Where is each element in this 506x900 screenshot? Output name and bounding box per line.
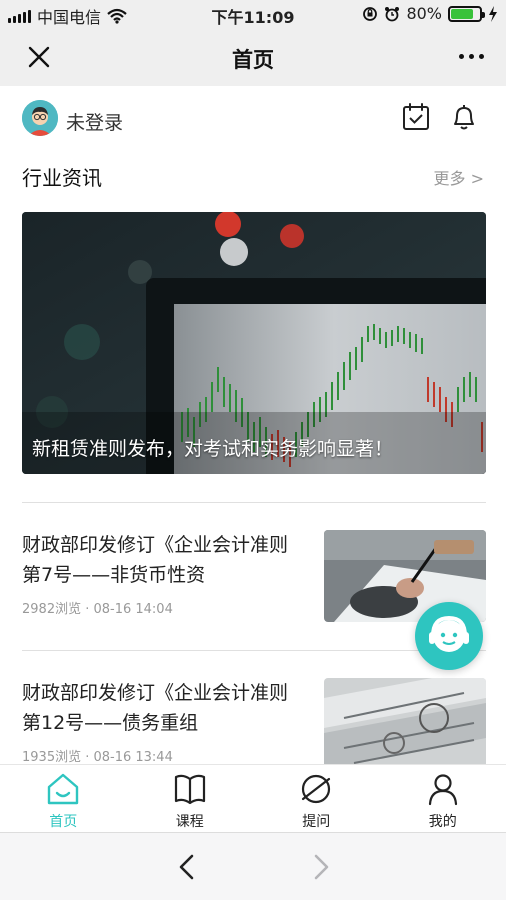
news-title: 财政部印发修订《企业会计准则第7号——非货币性资 [22,534,289,586]
page-title: 首页 [232,48,274,72]
tab-mine[interactable]: 我的 [380,765,506,832]
book-icon [174,774,205,805]
back-chevron-icon[interactable] [176,853,198,881]
news-meta: 1935浏览 · 08-16 13:44 [22,750,173,765]
nav-bar: 首页 [0,28,506,86]
username-label[interactable]: 未登录 [66,108,123,135]
more-link[interactable]: 更多 > [434,165,485,189]
calendar-check-icon[interactable] [402,102,430,132]
more-icon[interactable] [459,54,484,59]
banknotes-image [324,678,486,770]
battery-icon [448,5,485,22]
user-row: 未登录 [22,100,484,140]
user-icon [428,774,457,806]
news-title: 财政部印发修订《企业会计准则第12号——债务重组 [22,682,289,734]
forward-chevron-icon[interactable] [310,853,332,881]
tab-label: 首页 [49,814,78,830]
tab-label: 我的 [428,814,457,830]
customer-service-button[interactable] [415,602,483,670]
planet-icon [302,774,331,804]
status-right: 80% [362,4,498,23]
bell-icon[interactable] [450,102,478,132]
home-icon [48,773,79,805]
charging-icon [489,5,497,22]
alarm-icon [385,6,400,21]
hero-caption: 新租赁准则发布，对考试和实务影响显著！ [32,438,394,460]
rotation-lock-icon [363,6,378,21]
status-bar: 中国电信 下午11:09 80% [0,0,506,28]
browser-toolbar [0,832,506,900]
headset-icon [429,615,469,652]
news-meta: 2982浏览 · 08-16 14:04 [22,602,173,617]
tab-ask[interactable]: 提问 [253,765,380,832]
tab-label: 课程 [175,814,204,830]
tab-courses[interactable]: 课程 [127,765,254,832]
tab-bar: 首页 课程 提问 我的 [0,764,506,832]
avatar[interactable] [22,100,58,136]
tab-label: 提问 [302,814,331,830]
tab-home[interactable]: 首页 [0,765,127,832]
divider [22,502,486,503]
news-item[interactable]: 财政部印发修订《企业会计准则第12号——债务重组 1935浏览 · 08-16 … [22,678,486,770]
battery-percent: 80% [406,4,442,23]
section-title: 行业资讯 [22,166,102,190]
hero-banner[interactable]: 新租赁准则发布，对考试和实务影响显著！ [22,212,486,474]
